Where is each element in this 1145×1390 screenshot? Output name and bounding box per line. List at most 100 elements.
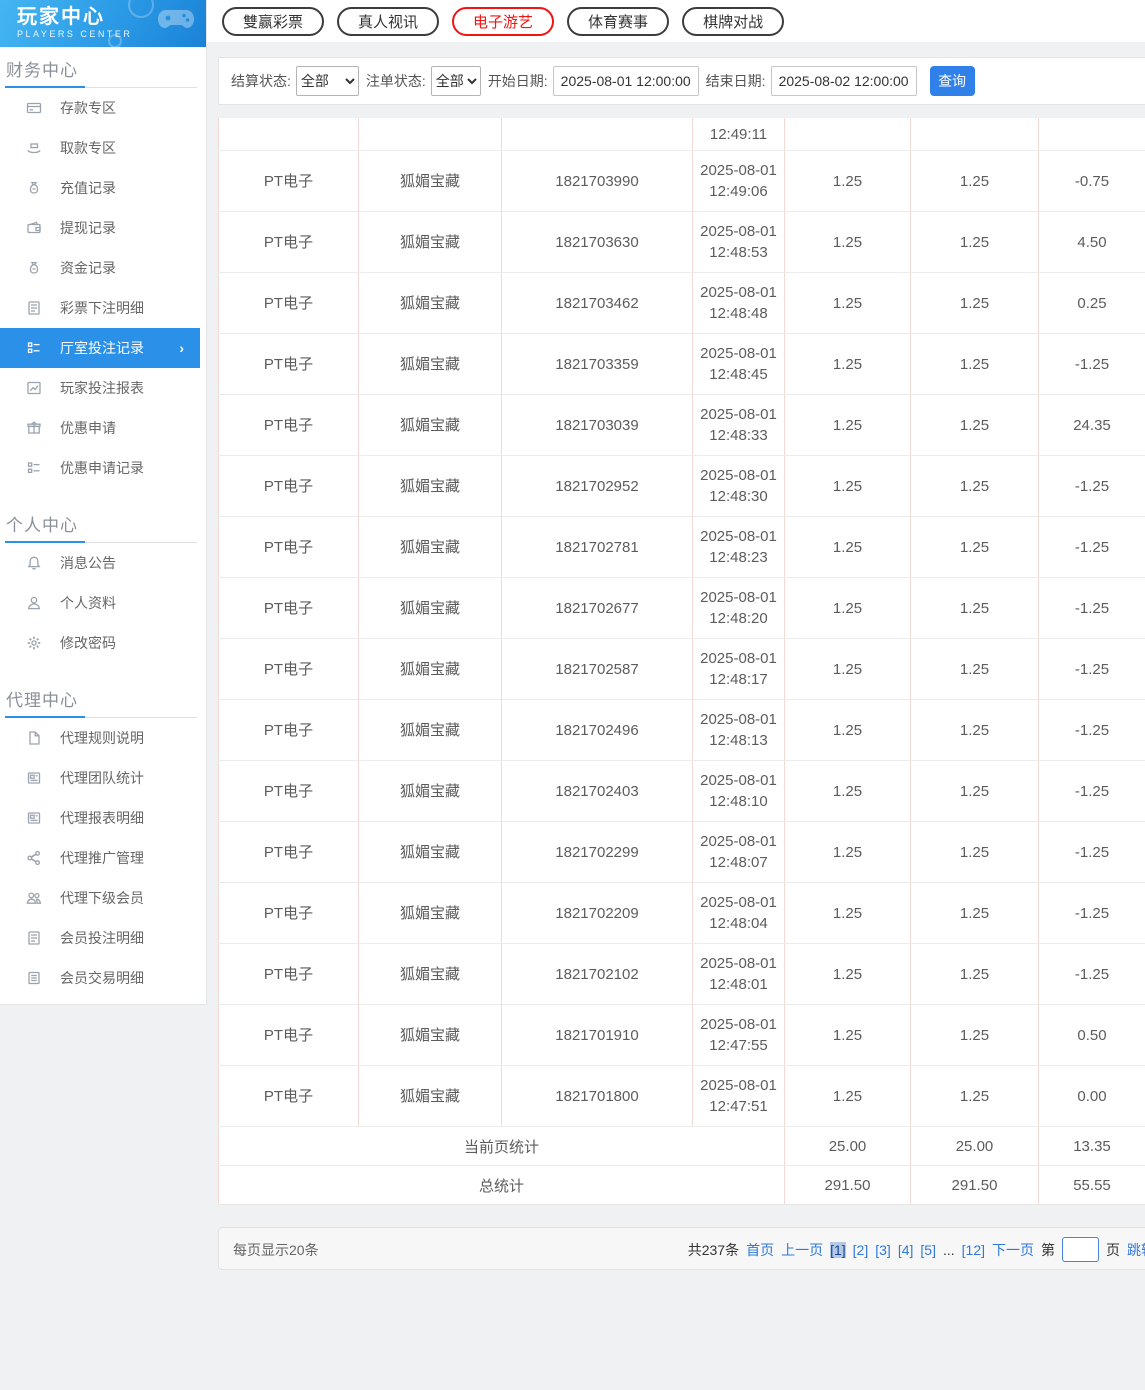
tab-sports[interactable]: 体育赛事 [567, 6, 670, 36]
first-page-link[interactable]: 首页 [746, 1240, 774, 1260]
page-link[interactable]: [3] [875, 1242, 891, 1258]
table-cell-order-id: 1821703359 [501, 334, 692, 394]
table-cell-bet: 1.25 [784, 151, 910, 211]
sidebar-item-agent-rules[interactable]: 代理规则说明 [0, 718, 206, 758]
sidebar-item-agent-sub-members[interactable]: 代理下级会员 [0, 878, 206, 918]
table-cell-winloss: -1.25 [1038, 822, 1145, 882]
table-cell-bet: 1.25 [784, 578, 910, 638]
sidebar-item-label: 彩票下注明细 [60, 300, 144, 316]
table-cell-datetime: 2025-08-01 12:47:55 [692, 1005, 784, 1065]
funds-bag-icon [26, 260, 42, 276]
sidebar-item-label: 提现记录 [60, 220, 116, 236]
tab-electronic-games[interactable]: 电子游艺 [452, 6, 555, 36]
page-link[interactable]: [4] [898, 1242, 914, 1258]
sidebar-item-profile[interactable]: 个人资料 [0, 583, 206, 623]
table-cell-bet: 1.25 [784, 517, 910, 577]
table-cell-valid: 1.25 [910, 822, 1038, 882]
table-row: PT电子 狐媚宝藏 1821702677 2025-08-01 12:48:20 1.25… [218, 578, 1145, 639]
table-cell-valid: 1.25 [910, 1005, 1038, 1065]
sidebar-item-member-transaction-details[interactable]: 会员交易明细 [0, 958, 206, 998]
table-cell-valid: 1.25 [910, 273, 1038, 333]
table-cell-order-id: 1821702102 [501, 944, 692, 1004]
prev-page-link[interactable]: 上一页 [781, 1240, 823, 1260]
jump-page-input[interactable] [1062, 1237, 1099, 1262]
table-cell-game: 狐媚宝藏 [358, 1005, 501, 1065]
table-cell-datetime: 2025-08-01 12:48:10 [692, 761, 784, 821]
start-date-input[interactable] [552, 66, 699, 96]
table-cell-game: 狐媚宝藏 [358, 151, 501, 211]
time-line: 12:48:17 [709, 671, 768, 688]
table-cell-platform: PT电子 [218, 334, 358, 394]
table-cell-bet: 1.25 [784, 761, 910, 821]
table-row: PT电子 狐媚宝藏 1821702587 2025-08-01 12:48:17 1.25… [218, 639, 1145, 700]
table-cell-datetime: 2025-08-01 12:48:45 [692, 334, 784, 394]
table-cell-datetime: 2025-08-01 12:48:33 [692, 395, 784, 455]
page-link[interactable]: [12] [962, 1242, 985, 1258]
document-icon [26, 300, 42, 316]
sidebar-item-promo-apply-records[interactable]: 优惠申请记录 [0, 448, 206, 488]
sidebar-item-funds-records[interactable]: 资金记录 [0, 248, 206, 288]
date-line: 2025-08-01 [700, 162, 777, 179]
sidebar-item-player-bet-report[interactable]: 玩家投注报表 [0, 368, 206, 408]
table-cell-winloss: 0.50 [1038, 1005, 1145, 1065]
people-icon [26, 890, 42, 906]
order-status-select[interactable]: 全部 [430, 66, 481, 96]
table-cell-game: 狐媚宝藏 [358, 212, 501, 272]
tab-lottery[interactable]: 雙赢彩票 [222, 6, 325, 36]
table-row: PT电子 狐媚宝藏 1821702102 2025-08-01 12:48:01 1.25… [218, 944, 1145, 1005]
page-link[interactable]: [2] [853, 1242, 869, 1258]
jump-button[interactable]: 跳转 [1127, 1240, 1145, 1260]
sidebar-item-withdraw-zone[interactable]: 取款专区 [0, 128, 206, 168]
table-cell-winloss: -1.25 [1038, 456, 1145, 516]
sidebar-item-withdrawal-records[interactable]: 提现记录 [0, 208, 206, 248]
table-cell-order-id: 1821702781 [501, 517, 692, 577]
sidebar-item-agent-report-details[interactable]: 代理报表明细 [0, 798, 206, 838]
withdraw-hand-icon [26, 140, 42, 156]
news-icon [26, 770, 42, 786]
sidebar-item-label: 代理规则说明 [60, 730, 144, 746]
gamepad-icon [158, 10, 194, 28]
query-button[interactable]: 查询 [929, 66, 975, 96]
next-page-link[interactable]: 下一页 [992, 1240, 1034, 1260]
sidebar-item-promo-apply[interactable]: 优惠申请 [0, 408, 206, 448]
sidebar-item-agent-promotion[interactable]: 代理推广管理 [0, 838, 206, 878]
tab-live-video[interactable]: 真人视讯 [337, 6, 440, 36]
settle-status-label: 结算状态: [231, 73, 291, 89]
sidebar-item-label: 充值记录 [60, 180, 116, 196]
grand-total-row: 总统计 291.50 291.50 55.55 [218, 1166, 1145, 1205]
table-cell-bet: 1.25 [784, 822, 910, 882]
table-row: PT电子 狐媚宝藏 1821702209 2025-08-01 12:48:04 1.25… [218, 883, 1145, 944]
end-date-input[interactable] [770, 66, 917, 96]
table-cell-bet: 1.25 [784, 700, 910, 760]
table-cell-valid: 1.25 [910, 151, 1038, 211]
sidebar-item-change-password[interactable]: 修改密码 [0, 623, 206, 663]
sidebar-item-messages[interactable]: 消息公告 [0, 543, 206, 583]
table-cell-game: 狐媚宝藏 [358, 1066, 501, 1126]
table-cell-winloss: -1.25 [1038, 944, 1145, 1004]
sidebar-item-member-bet-details[interactable]: 会员投注明细 [0, 918, 206, 958]
sidebar-item-label: 代理团队统计 [60, 770, 144, 786]
tab-board-games[interactable]: 棋牌对战 [682, 6, 785, 36]
sidebar-item-hall-bet-records[interactable]: 厅室投注记录 › [0, 328, 200, 368]
game-category-bar: 雙赢彩票 真人视讯 电子游艺 体育赛事 棋牌对战 [207, 0, 1145, 42]
date-line: 2025-08-01 [700, 1077, 777, 1094]
page-link-current[interactable]: [1] [830, 1241, 846, 1258]
table-cell-bet: 1.25 [784, 273, 910, 333]
logo: 玩家中心 PLAYERS CENTER [0, 0, 206, 47]
sidebar-item-label: 代理报表明细 [60, 810, 144, 826]
page-link[interactable]: [5] [920, 1242, 936, 1258]
time-line: 12:48:48 [709, 305, 768, 322]
sidebar-item-recharge-records[interactable]: 充值记录 [0, 168, 206, 208]
start-date-label: 开始日期: [487, 73, 548, 89]
sidebar-item-deposit-zone[interactable]: 存款专区 [0, 88, 206, 128]
table-cell-game: 狐媚宝藏 [358, 456, 501, 516]
sidebar-item-label: 厅室投注记录 [60, 340, 144, 356]
settle-status-select[interactable]: 全部 [295, 66, 359, 96]
sidebar-item-agent-team-stats[interactable]: 代理团队统计 [0, 758, 206, 798]
sidebar-item-lottery-bet-details[interactable]: 彩票下注明细 [0, 288, 206, 328]
grand-total-valid: 291.50 [910, 1166, 1038, 1204]
bet-table-body: PT电子 狐媚宝藏 1821703990 2025-08-01 12:49:06 1.25… [218, 151, 1145, 1127]
date-line: 2025-08-01 [700, 589, 777, 606]
table-cell-datetime: 2025-08-01 12:49:06 [692, 151, 784, 211]
sidebar-item-label: 玩家投注报表 [60, 380, 144, 396]
